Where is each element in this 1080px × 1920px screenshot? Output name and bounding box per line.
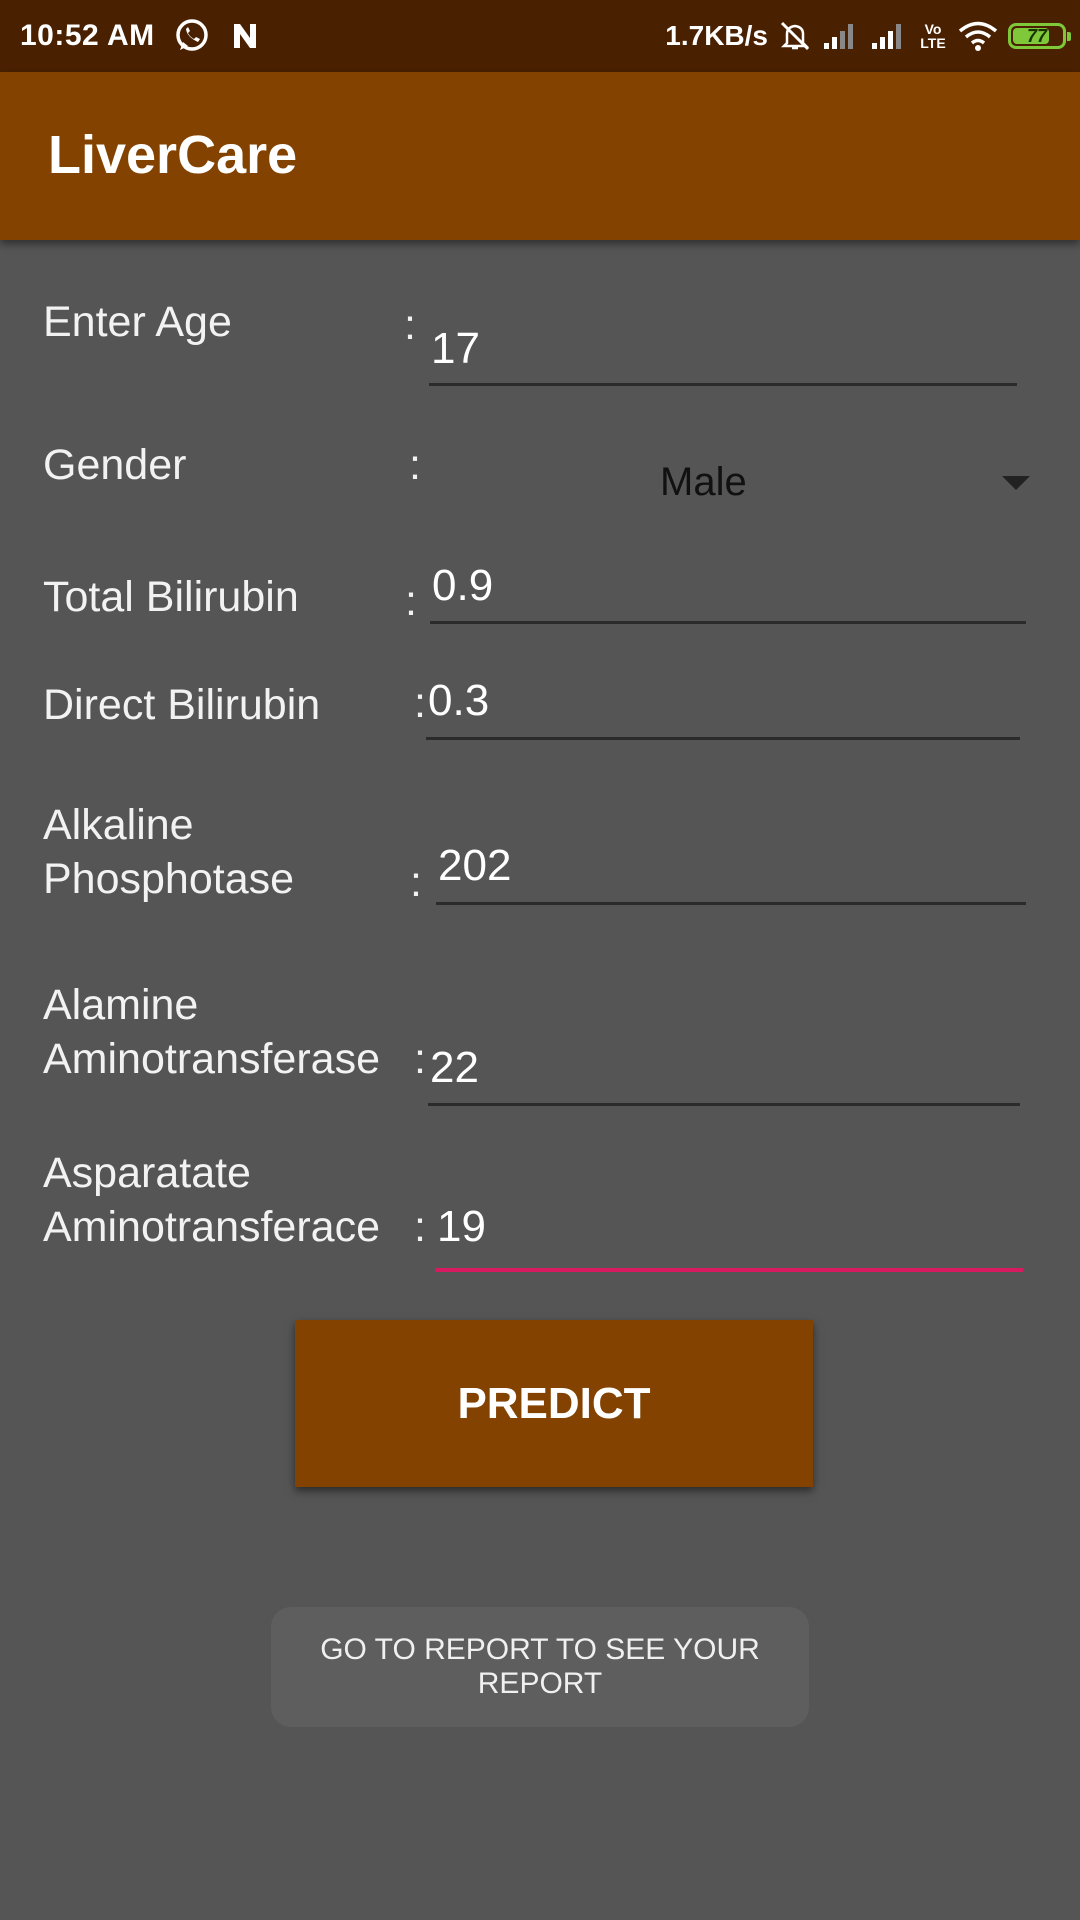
battery-level: 77 xyxy=(1026,25,1048,46)
gender-dropdown[interactable]: Male xyxy=(430,440,1030,530)
whatsapp-icon xyxy=(173,17,211,55)
total-bilirubin-input[interactable] xyxy=(430,558,1026,624)
go-to-report-button[interactable]: GO TO REPORT TO SEE YOUR REPORT xyxy=(271,1607,809,1727)
alamine-aminotransferase-label: Alamine Aminotransferase xyxy=(43,978,380,1086)
direct-bilirubin-label: Direct Bilirubin xyxy=(43,681,321,729)
wifi-icon xyxy=(958,20,998,52)
n-notification-icon xyxy=(229,20,261,52)
dropdown-arrow-icon xyxy=(1002,476,1030,490)
app-bar: LiverCare xyxy=(0,72,1080,240)
mute-icon xyxy=(778,19,812,53)
battery-icon: 77 xyxy=(1008,23,1071,49)
alkaline-phosphotase-label-line1: Alkaline xyxy=(43,801,194,849)
age-colon: : xyxy=(404,301,416,349)
status-bar: 10:52 AM 1.7KB/s Vo LTE 77 xyxy=(0,0,1080,72)
alamine-aminotransferase-label-line2: Aminotransferase xyxy=(43,1035,380,1083)
total-bilirubin-label: Total Bilirubin xyxy=(43,573,299,621)
direct-bilirubin-colon: : xyxy=(414,679,426,727)
asparatate-aminotransferace-colon: : xyxy=(414,1203,426,1251)
network-speed: 1.7KB/s xyxy=(665,20,768,51)
signal-icon xyxy=(822,21,860,51)
status-right: 1.7KB/s Vo LTE 77 xyxy=(665,0,1071,72)
asparatate-aminotransferace-label: Asparatate Aminotransferace xyxy=(43,1146,380,1254)
alkaline-phosphotase-label-line2: Phosphotase xyxy=(43,855,295,903)
status-time: 10:52 AM xyxy=(20,19,155,52)
total-bilirubin-colon: : xyxy=(405,577,417,625)
gender-colon: : xyxy=(409,441,421,489)
signal-icon xyxy=(870,21,908,51)
gender-selected-value: Male xyxy=(660,460,747,504)
age-input[interactable] xyxy=(429,322,1017,386)
alkaline-phosphotase-input[interactable] xyxy=(436,837,1026,905)
lte-icon: Vo LTE xyxy=(920,21,946,51)
predict-button[interactable]: PREDICT xyxy=(295,1320,813,1487)
alamine-aminotransferase-label-line1: Alamine xyxy=(43,981,199,1029)
alamine-aminotransferase-colon: : xyxy=(414,1035,426,1083)
app-title: LiverCare xyxy=(48,125,298,185)
gender-label: Gender xyxy=(43,441,187,489)
asparatate-aminotransferace-input[interactable] xyxy=(435,1194,1023,1272)
direct-bilirubin-input[interactable] xyxy=(426,673,1020,740)
alamine-aminotransferase-input[interactable] xyxy=(428,1040,1020,1106)
alkaline-phosphotase-label: Alkaline Phosphotase xyxy=(43,798,294,906)
asparatate-aminotransferace-label-line1: Asparatate xyxy=(43,1149,251,1197)
age-label: Enter Age xyxy=(43,298,232,346)
asparatate-aminotransferace-label-line2: Aminotransferace xyxy=(43,1203,380,1251)
alkaline-phosphotase-colon: : xyxy=(410,858,422,906)
status-left: 10:52 AM xyxy=(20,0,261,72)
